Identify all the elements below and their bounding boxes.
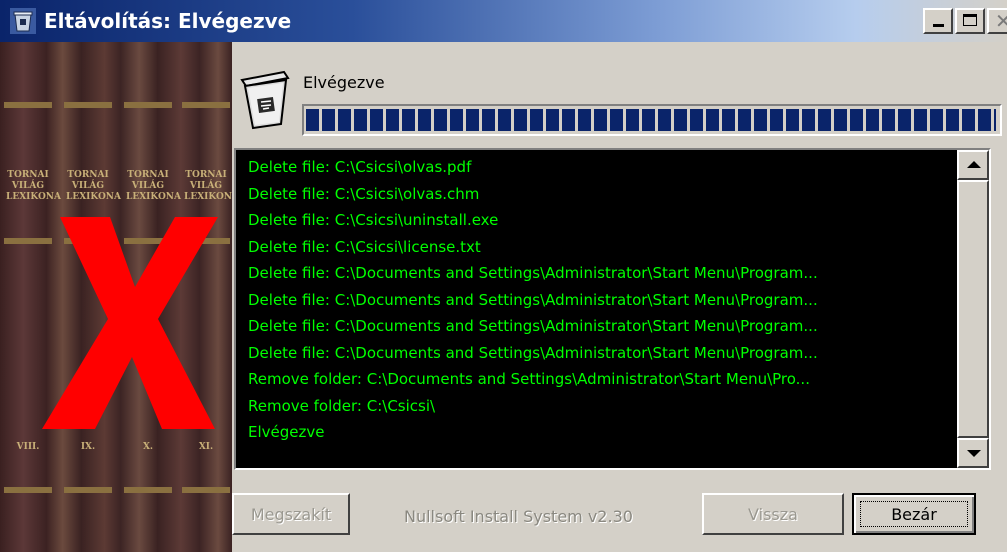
log-line: Remove folder: C:\Documents and Settings…: [248, 370, 810, 388]
close-icon: ✕: [995, 9, 1007, 33]
book-label: TORNAI VILÁG LEXIKONA: [184, 170, 232, 202]
progress-bar: [302, 104, 1002, 136]
maximize-button[interactable]: [955, 8, 985, 34]
vertical-scrollbar[interactable]: [957, 150, 989, 468]
minimize-button[interactable]: [923, 8, 953, 34]
minimize-icon: [933, 24, 944, 27]
recycle-bin-icon: [10, 8, 36, 34]
title-bar[interactable]: Eltávolítás: Elvégezve ✕: [0, 0, 1007, 42]
log-line: Delete file: C:\Documents and Settings\A…: [248, 317, 818, 335]
log-line: Delete file: C:\Csicsi\license.txt: [248, 237, 481, 256]
uninstaller-window: Eltávolítás: Elvégezve ✕ TORNAI VILÁG LE…: [0, 0, 1007, 552]
log-list[interactable]: Delete file: C:\Csicsi\olvas.pdf Delete f…: [234, 148, 991, 470]
log-line: Delete file: C:\Csicsi\uninstall.exe: [248, 211, 499, 229]
close-button[interactable]: Bezár: [852, 493, 976, 535]
arrow-up-icon: [967, 161, 981, 168]
scroll-down-button[interactable]: [957, 438, 989, 468]
cancel-button[interactable]: Megszakít: [232, 493, 350, 535]
volume-label: X.: [142, 442, 154, 452]
red-x-mark: [42, 217, 218, 429]
recycle-bin-icon: [240, 70, 290, 130]
log-lines: Delete file: C:\Csicsi\olvas.pdf Delete f…: [248, 154, 958, 446]
focus-ring: [860, 501, 968, 527]
log-line: Delete file: C:\Documents and Settings\A…: [248, 343, 818, 362]
book-label: TORNAI VILÁG LEXIKONA: [6, 170, 62, 202]
log-line: Elvégezve: [248, 423, 325, 441]
log-line: Delete file: C:\Documents and Settings\A…: [248, 290, 818, 309]
maximize-icon: [963, 14, 977, 26]
back-button[interactable]: Vissza: [702, 493, 844, 535]
scrollbar-thumb[interactable]: [957, 180, 989, 438]
branding-text: Nullsoft Install System v2.30: [404, 507, 633, 526]
progress-fill: [306, 109, 996, 131]
window-controls: ✕: [923, 8, 1007, 34]
volume-label: XI.: [198, 442, 214, 452]
arrow-down-icon: [967, 450, 981, 457]
book-label: TORNAI VILÁG LEXIKONA: [66, 170, 122, 202]
log-line: Remove folder: C:\Csicsi\: [248, 396, 436, 415]
log-line: Delete file: C:\Csicsi\olvas.chm: [248, 184, 480, 203]
log-line: Delete file: C:\Documents and Settings\A…: [248, 264, 818, 282]
scroll-up-button[interactable]: [957, 150, 989, 180]
log-line: Delete file: C:\Csicsi\olvas.pdf: [248, 158, 472, 176]
status-label: Elvégezve: [303, 73, 385, 92]
sidebar-image: TORNAI VILÁG LEXIKONA VIII. TORNAI VILÁG…: [0, 42, 232, 552]
volume-label: VIII.: [16, 442, 40, 452]
window-title: Eltávolítás: Elvégezve: [44, 9, 292, 33]
volume-label: IX.: [80, 442, 96, 452]
close-window-button[interactable]: ✕: [987, 8, 1007, 34]
book-label: TORNAI VILÁG LEXIKONA: [126, 170, 182, 202]
